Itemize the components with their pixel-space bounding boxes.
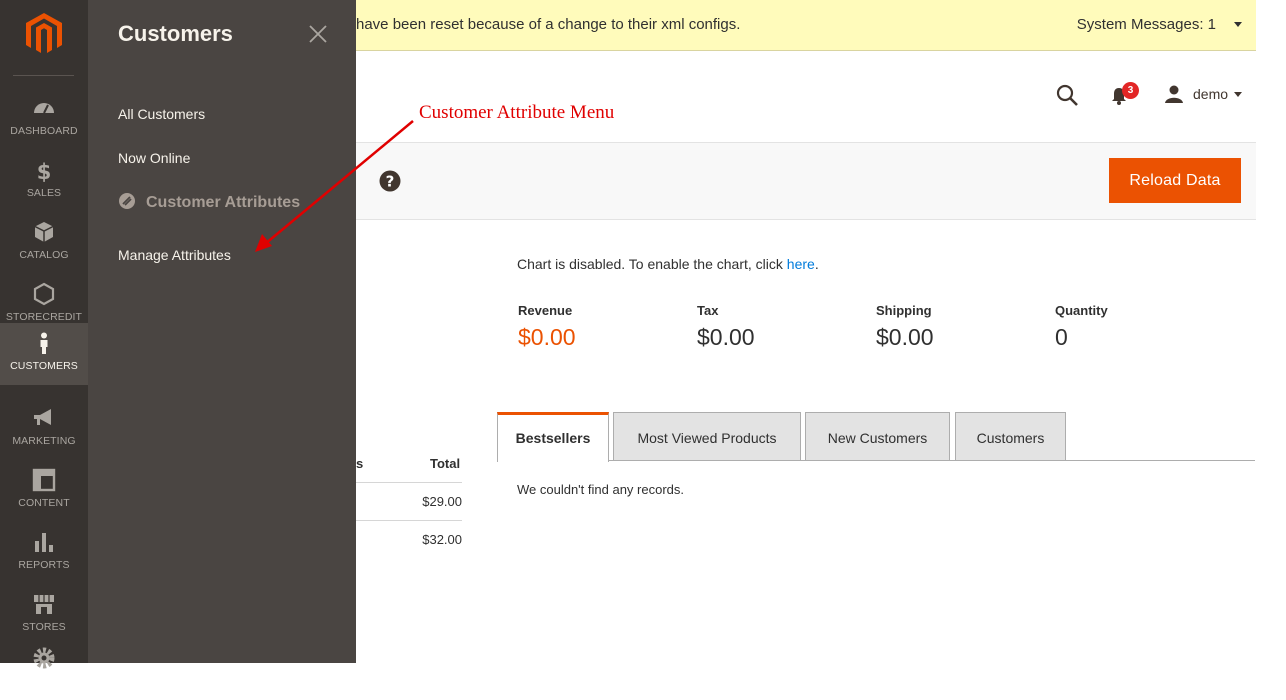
nav-reports[interactable]: REPORTS (0, 522, 88, 584)
no-records-message: We couldn't find any records. (517, 482, 684, 497)
menu-all-customers[interactable]: All Customers (118, 106, 205, 122)
attributes-icon (119, 193, 135, 209)
search-icon[interactable] (1056, 84, 1078, 106)
nav-label: STORES (22, 621, 66, 633)
box-icon (34, 222, 54, 242)
svg-text:$: $ (37, 160, 52, 182)
tab-bestsellers[interactable]: Bestsellers (497, 412, 609, 462)
nav-label: CUSTOMERS (10, 360, 78, 372)
table-header-partial: s (356, 456, 364, 471)
menu-group-customer-attributes: Customer Attributes (118, 192, 300, 212)
nav-label: REPORTS (18, 559, 70, 571)
enable-chart-link[interactable]: here (787, 256, 815, 272)
stat-label: Shipping (876, 303, 932, 318)
bar-chart-icon (35, 533, 53, 552)
nav-sales[interactable]: $ SALES (0, 150, 88, 212)
table-cell-total: $29.00 (422, 494, 462, 509)
system-message-bar: have been reset because of a change to t… (356, 0, 1256, 51)
stat-label: Revenue (518, 303, 573, 318)
chevron-down-icon[interactable] (1234, 22, 1242, 27)
nav-label: CONTENT (18, 497, 70, 509)
table-header-total: Total (430, 456, 461, 471)
nav-label: DASHBOARD (10, 125, 78, 137)
stat-quantity: Quantity 0 (1055, 303, 1108, 351)
table-row-divider (356, 482, 462, 483)
nav-content[interactable]: CONTENT (0, 460, 88, 522)
stat-revenue: Revenue $0.00 (518, 303, 576, 351)
table-cell-total: $32.00 (422, 532, 462, 547)
svg-text:?: ? (386, 173, 395, 191)
magento-logo-icon[interactable] (26, 13, 62, 53)
stat-label: Quantity (1055, 303, 1108, 318)
help-icon[interactable]: ? (379, 170, 401, 192)
stat-value: 0 (1055, 324, 1068, 350)
stat-value: $0.00 (518, 324, 576, 350)
annotation-label: Customer Attribute Menu (419, 102, 615, 123)
chart-msg-end: . (814, 256, 819, 272)
admin-sidebar: DASHBOARD $ SALES CATALOG STORECREDIT CU… (0, 0, 88, 669)
stat-tax: Tax $0.00 (697, 303, 755, 351)
table-row-divider (356, 520, 462, 521)
reload-data-button[interactable]: Reload Data (1109, 158, 1241, 203)
nav-label: MARKETING (12, 435, 76, 447)
store-icon (34, 595, 54, 614)
menu-now-online[interactable]: Now Online (118, 150, 190, 166)
system-message-text: have been reset because of a change to t… (356, 16, 741, 33)
stat-value: $0.00 (876, 324, 934, 350)
chart-msg-text: Chart is disabled. To enable the chart, … (517, 256, 787, 272)
nav-system[interactable] (0, 638, 88, 700)
customers-flyout-menu: Customers All Customers Now Online Custo… (88, 0, 356, 663)
nav-label: STORECREDIT (5, 311, 83, 323)
dashboard-icon (34, 103, 54, 114)
nav-customers[interactable]: CUSTOMERS (0, 323, 88, 385)
menu-group-label: Customer Attributes (146, 194, 301, 211)
user-account-menu[interactable]: demo (1193, 86, 1228, 102)
stat-shipping: Shipping $0.00 (876, 303, 934, 351)
menu-manage-attributes[interactable]: Manage Attributes (118, 247, 231, 263)
flyout-title: Customers (118, 21, 233, 46)
dollar-icon: $ (37, 160, 52, 182)
tab-customers[interactable]: Customers (955, 412, 1066, 460)
user-icon[interactable] (1164, 84, 1184, 104)
nav-dashboard[interactable]: DASHBOARD (0, 88, 88, 150)
nav-marketing[interactable]: MARKETING (0, 398, 88, 460)
nav-stores[interactable]: STORES (0, 584, 88, 646)
logo-divider (13, 75, 74, 76)
gear-icon (33, 647, 55, 669)
tab-most-viewed-products[interactable]: Most Viewed Products (613, 412, 801, 460)
nav-label: CATALOG (19, 249, 69, 261)
notification-count-badge[interactable]: 3 (1122, 82, 1139, 99)
person-icon (40, 332, 48, 354)
nav-label: SALES (26, 187, 62, 199)
megaphone-icon (34, 409, 51, 425)
tab-new-customers[interactable]: New Customers (805, 412, 950, 460)
chart-disabled-message: Chart is disabled. To enable the chart, … (517, 256, 819, 272)
layout-icon (32, 468, 56, 492)
stat-label: Tax (697, 303, 719, 318)
hexagon-icon (33, 282, 55, 306)
nav-catalog[interactable]: CATALOG (0, 212, 88, 274)
system-messages-toggle[interactable]: System Messages: 1 (1077, 16, 1216, 33)
close-icon[interactable] (306, 22, 330, 46)
chevron-down-icon[interactable] (1234, 92, 1242, 97)
stat-value: $0.00 (697, 324, 755, 350)
